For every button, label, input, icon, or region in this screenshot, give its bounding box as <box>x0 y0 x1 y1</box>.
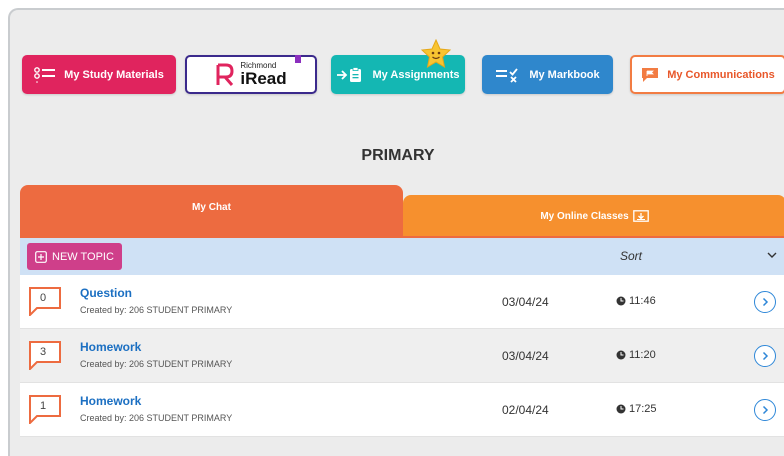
checklist-x-icon <box>496 67 519 83</box>
topic-title-link[interactable]: Homework <box>80 394 141 408</box>
message-count: 0 <box>39 292 47 304</box>
nav-study-materials-label: My Study Materials <box>64 68 164 81</box>
iread-corner-mark <box>295 55 301 63</box>
open-topic-button[interactable] <box>754 399 776 421</box>
chevron-right-icon <box>762 351 769 361</box>
nav-communications-button[interactable]: My Communications <box>630 55 784 94</box>
topic-time-value: 17:25 <box>629 403 657 415</box>
open-topic-button[interactable] <box>754 291 776 313</box>
richmond-r-icon <box>216 63 234 86</box>
page-title: PRIMARY <box>361 147 435 164</box>
topic-list-header: NEW TOPIC Sort <box>20 238 784 275</box>
topic-date: 03/04/24 <box>502 349 549 363</box>
topic-created-by: Created by: 206 STUDENT PRIMARY <box>80 413 233 423</box>
nav-study-materials-button[interactable]: My Study Materials <box>22 55 176 94</box>
topic-title-link[interactable]: Homework <box>80 340 141 354</box>
nav-communications-label: My Communications <box>667 68 775 81</box>
nav-markbook-button[interactable]: My Markbook <box>482 55 613 94</box>
screen-download-icon <box>632 210 649 222</box>
new-topic-label: NEW TOPIC <box>52 250 114 263</box>
topic-time: 11:20 <box>616 349 656 361</box>
topic-time: 17:25 <box>616 403 657 415</box>
topic-time-value: 11:20 <box>629 349 656 361</box>
topic-time-value: 11:46 <box>629 295 656 307</box>
topic-created-by: Created by: 206 STUDENT PRIMARY <box>80 359 233 369</box>
clock-icon <box>616 404 626 414</box>
open-topic-button[interactable] <box>754 345 776 367</box>
plus-square-icon <box>35 250 47 263</box>
star-face-icon <box>420 39 452 68</box>
chevron-right-icon <box>762 297 769 307</box>
iread-big-text: iRead <box>240 69 287 88</box>
tab-my-online-classes[interactable]: My Online Classes <box>403 195 784 237</box>
topic-time: 11:46 <box>616 295 656 307</box>
nav-iread-button[interactable]: Richmond iRead <box>185 55 317 94</box>
tab-my-chat[interactable]: My Chat <box>20 185 403 237</box>
tab-my-online-classes-label: My Online Classes <box>540 210 629 222</box>
tab-my-chat-label: My Chat <box>192 202 231 213</box>
clock-icon <box>616 296 626 306</box>
chevron-right-icon <box>762 405 769 415</box>
clipboard-arrow-icon <box>337 66 362 82</box>
topic-row[interactable]: 1 Homework Created by: 206 STUDENT PRIMA… <box>20 383 784 437</box>
topic-date: 02/04/24 <box>502 403 549 417</box>
app-window: My Study Materials Richmond iRead My Ass… <box>8 8 784 456</box>
sort-label[interactable]: Sort <box>620 249 642 263</box>
topic-date: 03/04/24 <box>502 295 549 309</box>
list-bullets-icon <box>34 66 56 83</box>
message-count: 3 <box>39 346 47 358</box>
nav-assignments-label: My Assignments <box>372 68 460 81</box>
clock-icon <box>616 350 626 360</box>
topic-title-link[interactable]: Question <box>80 286 132 300</box>
iread-logo: Richmond iRead <box>215 62 287 88</box>
nav-markbook-label: My Markbook <box>529 68 600 81</box>
flag-chat-icon <box>642 67 659 82</box>
topic-created-by: Created by: 206 STUDENT PRIMARY <box>80 305 233 315</box>
topic-row[interactable]: 0 Question Created by: 206 STUDENT PRIMA… <box>20 275 784 329</box>
message-count: 1 <box>39 400 47 412</box>
new-topic-button[interactable]: NEW TOPIC <box>27 243 122 270</box>
chevron-down-icon[interactable] <box>766 248 778 262</box>
topic-row[interactable]: 3 Homework Created by: 206 STUDENT PRIMA… <box>20 329 784 383</box>
